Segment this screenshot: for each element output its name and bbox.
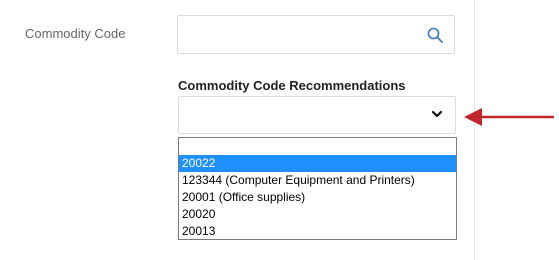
- chevron-down-icon[interactable]: [431, 108, 443, 120]
- dropdown-option[interactable]: 20013: [179, 223, 456, 240]
- dropdown-option[interactable]: 20022: [179, 155, 456, 172]
- commodity-code-field[interactable]: [177, 15, 455, 54]
- recommendations-dropdown-list: 20022 123344 (Computer Equipment and Pri…: [178, 137, 457, 240]
- form-panel: Commodity Code Commodity Code Recommenda…: [0, 0, 475, 260]
- dropdown-option[interactable]: 20020: [179, 206, 456, 223]
- recommendations-title: Commodity Code Recommendations: [178, 78, 406, 93]
- commodity-code-input[interactable]: [184, 22, 418, 50]
- arrow-left-icon: [464, 108, 554, 126]
- dropdown-option[interactable]: 123344 (Computer Equipment and Printers): [179, 172, 456, 189]
- recommendations-select[interactable]: [178, 96, 456, 134]
- dropdown-option[interactable]: 20001 (Office supplies): [179, 189, 456, 206]
- search-icon[interactable]: [426, 26, 444, 44]
- dropdown-empty-option[interactable]: [179, 138, 456, 155]
- commodity-code-label: Commodity Code: [25, 26, 126, 41]
